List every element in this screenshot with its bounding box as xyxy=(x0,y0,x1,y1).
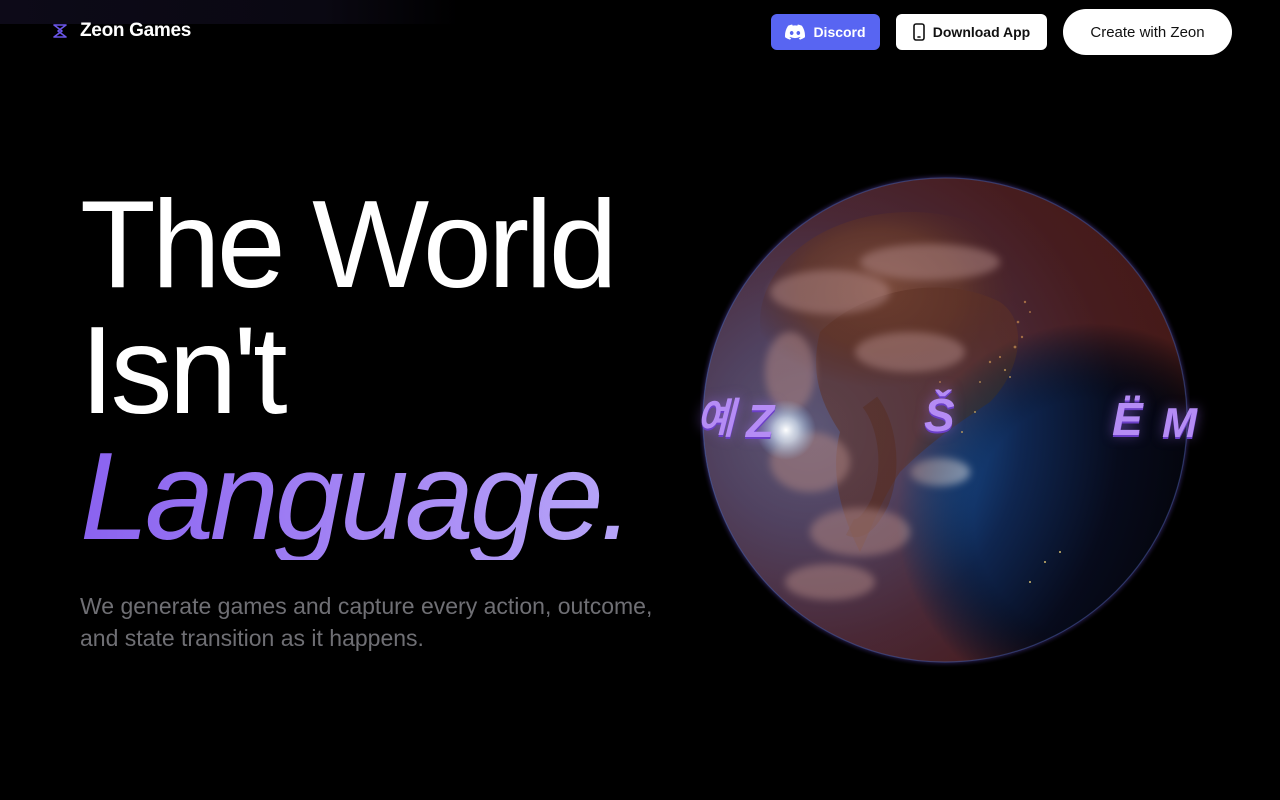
globe-glyph-2: Z xyxy=(746,395,775,447)
download-label: Download App xyxy=(932,24,1031,40)
hero-title: The World Isn't Language. xyxy=(80,182,644,560)
hero-title-line-2: Isn't xyxy=(80,302,288,440)
globe-glyph-3: Š xyxy=(924,389,955,441)
hero-title-line-3: Language. xyxy=(80,434,644,560)
globe-visual: 예 Z Š Ë M xyxy=(696,172,1197,668)
hero-title-line-1: The World xyxy=(80,176,618,314)
discord-button[interactable]: Discord xyxy=(771,14,880,50)
discord-icon xyxy=(785,24,806,40)
globe-glyph-5: M xyxy=(1162,399,1197,446)
zeon-logo-icon xyxy=(53,24,67,38)
globe-glyph-4: Ë xyxy=(1112,393,1143,445)
top-nav: Zeon Games Discord Download App Create w… xyxy=(0,0,1280,64)
brand-name: Zeon Games xyxy=(80,20,192,41)
phone-icon xyxy=(912,23,925,41)
create-label: Create with Zeon xyxy=(1090,23,1205,41)
discord-label: Discord xyxy=(813,24,866,40)
download-app-button[interactable]: Download App xyxy=(896,14,1047,50)
brand-link[interactable]: Zeon Games xyxy=(52,20,191,42)
hero-subtitle: We generate games and capture every acti… xyxy=(80,593,653,651)
create-with-zeon-button[interactable]: Create with Zeon xyxy=(1063,9,1232,55)
landing-page: Zeon Games Discord Download App Create w… xyxy=(0,0,1280,800)
globe-glyph-1: 예 xyxy=(696,395,735,442)
